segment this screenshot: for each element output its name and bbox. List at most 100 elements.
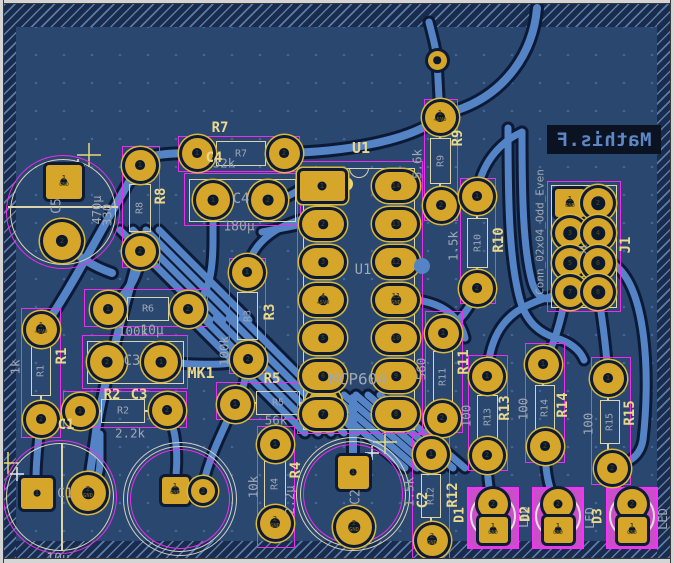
pad-J1-2[interactable]: 2 [583, 188, 613, 218]
pad-D1-2[interactable]: 2 [478, 489, 508, 519]
pad-U1-13[interactable]: 13 [375, 210, 417, 238]
ref-D2[interactable]: D2 [519, 506, 534, 522]
value-R1[interactable]: 1k [8, 359, 23, 374]
pad-R9-1[interactable]: 1+5V0 [425, 102, 456, 133]
value-R15[interactable]: 100 [581, 413, 596, 436]
ref-R15[interactable]: R15 [622, 400, 638, 425]
pad-U1-1[interactable]: 1 [300, 171, 345, 201]
ref-C1[interactable]: C1 [58, 417, 75, 433]
title-block[interactable]: Mathis.F [547, 125, 661, 154]
ref-C4[interactable]: C4 [206, 150, 223, 166]
ref-MK1[interactable]: MK1 [187, 364, 214, 382]
pad-R14-1[interactable]: 1 [528, 349, 559, 380]
pad-MK1-1[interactable]: 1GND [162, 477, 189, 504]
pad-C3-1[interactable]: 1 [144, 345, 178, 379]
fab-ref-R1[interactable]: R1 [36, 365, 47, 377]
ref-R5[interactable]: R5 [264, 371, 281, 387]
pad-U1-11[interactable]: 11GND [375, 286, 417, 314]
fab-ref-C1[interactable]: C1 [57, 487, 73, 502]
pad-R10-1[interactable]: 1 [462, 181, 493, 212]
value-R4[interactable]: 10k [246, 476, 261, 499]
pad-D3-1[interactable]: 1GND [618, 517, 647, 543]
value-U1[interactable]: MCP604 [329, 370, 387, 389]
pad-D2-2[interactable]: 2 [543, 489, 573, 519]
pad-J1-1[interactable]: 1GND [555, 189, 585, 217]
value-C3[interactable]: 10µ [140, 324, 163, 339]
pad-R15-2[interactable]: 2 [597, 453, 628, 484]
pad-U1-4[interactable]: 4+5V0 [302, 286, 344, 314]
pad-R9-2[interactable]: 2 [426, 190, 457, 221]
fab-ref-C4[interactable]: C4 [233, 191, 250, 207]
pad-R7-2[interactable]: 2 [269, 138, 300, 169]
fab-ref-U1[interactable]: U1 [355, 262, 372, 278]
pad-R10-2[interactable]: 2 [462, 273, 493, 304]
pad-C4-2[interactable]: 2 [251, 183, 285, 217]
value-R9[interactable]: 5.6k [410, 149, 425, 179]
pad-R13-1[interactable]: 1 [472, 361, 503, 392]
pad-R14-2[interactable]: 2 [530, 431, 561, 462]
pad-MK1-2[interactable]: 2 [191, 479, 215, 503]
fab-ref-C2[interactable]: C2 [349, 489, 364, 505]
ref-D1[interactable]: D1 [453, 507, 468, 523]
fab-ref-R2[interactable]: R2 [117, 406, 129, 417]
pad-C2-1[interactable]: 1 [338, 456, 369, 489]
pad-R1-1[interactable]: 1+5V0 [26, 314, 57, 345]
value-J1[interactable]: Conn_02x04_Odd_Even [534, 169, 547, 295]
pad-C5-2[interactable]: 2 [43, 222, 81, 260]
ref-C2[interactable]: C2 [415, 492, 431, 509]
ref-R9[interactable]: R9 [450, 130, 466, 147]
fab-ref-C3[interactable]: C3 [124, 353, 141, 369]
ref-R1[interactable]: R1 [54, 348, 70, 365]
pad-C4-1[interactable]: 1 [196, 183, 230, 217]
value-R3[interactable]: 100k [217, 336, 232, 366]
fab-ref-R15[interactable]: R15 [605, 413, 616, 431]
ref-J1[interactable]: J1 [618, 237, 634, 254]
pad-R8-2[interactable]: 2 [125, 236, 156, 267]
pad-R1-2[interactable]: 2 [26, 404, 57, 435]
ref-D3[interactable]: D3 [591, 508, 606, 524]
fab-ref-C5[interactable]: C5 [50, 198, 65, 214]
value-R14[interactable]: 100 [516, 398, 531, 421]
fab-ref-R7[interactable]: R7 [235, 148, 247, 159]
pcb-editor-canvas[interactable]: 12R8R833012R7R752k1+5V02R9R95.6k12R10R10… [0, 0, 674, 563]
pad-C5-1[interactable]: 1GND [46, 165, 82, 199]
ref-R8[interactable]: R8 [153, 188, 169, 205]
pad-R11-2[interactable]: 2 [427, 403, 458, 434]
ref-R13[interactable]: R13 [497, 395, 513, 420]
fab-ref-R10[interactable]: R10 [472, 234, 483, 252]
value-R2[interactable]: 2.2k [115, 426, 145, 441]
pad-J1-8[interactable]: 8 [583, 277, 613, 307]
fab-ref-R4[interactable]: R4 [270, 478, 281, 490]
ref-U1[interactable]: U1 [352, 139, 370, 157]
pad-R6-2[interactable]: 2 [173, 294, 204, 325]
fab-ref-R14[interactable]: R14 [540, 399, 551, 417]
pad-R8-1[interactable]: 1 [125, 150, 156, 181]
pad-R6-1[interactable]: 1 [93, 294, 124, 325]
pad-J1-7[interactable]: 7 [555, 277, 585, 307]
pad-R11-1[interactable]: 1 [428, 318, 459, 349]
ref-R2[interactable]: R2 [104, 387, 121, 403]
pad-U1-3[interactable]: 3 [302, 248, 344, 276]
pad-U1-2[interactable]: 2 [302, 210, 344, 238]
pad-R3-1[interactable]: 1 [232, 257, 263, 288]
ref-R4[interactable]: R4 [288, 462, 304, 479]
ref-R11[interactable]: R11 [456, 349, 472, 374]
pad-R12-1[interactable]: 1 [416, 439, 447, 470]
value-C2[interactable]: 2.2µ [283, 486, 297, 515]
value-R13[interactable]: 100 [459, 405, 474, 428]
ref-R14[interactable]: R14 [555, 392, 571, 417]
value-C5[interactable]: 470µ [90, 196, 104, 225]
fab-ref-J1[interactable]: J1 [579, 244, 590, 256]
ref-R3[interactable]: R3 [262, 304, 278, 321]
fab-ref-R5[interactable]: R5 [272, 398, 284, 409]
pad-U1-8[interactable]: 8 [375, 400, 417, 428]
title-block-text[interactable]: Mathis.F [556, 129, 652, 151]
pad-R12-2[interactable]: 2GND [417, 525, 448, 556]
pad-C1-1[interactable]: 1 [21, 478, 53, 509]
pad-via-1[interactable] [428, 51, 447, 70]
pad-D1-1[interactable]: 1GND [479, 517, 508, 543]
value-R10[interactable]: 1.5k [446, 231, 461, 261]
pad-R3-2[interactable]: 2 [233, 344, 264, 375]
value-C4[interactable]: 180µ [223, 220, 254, 235]
ref-C3[interactable]: C3 [131, 387, 148, 403]
